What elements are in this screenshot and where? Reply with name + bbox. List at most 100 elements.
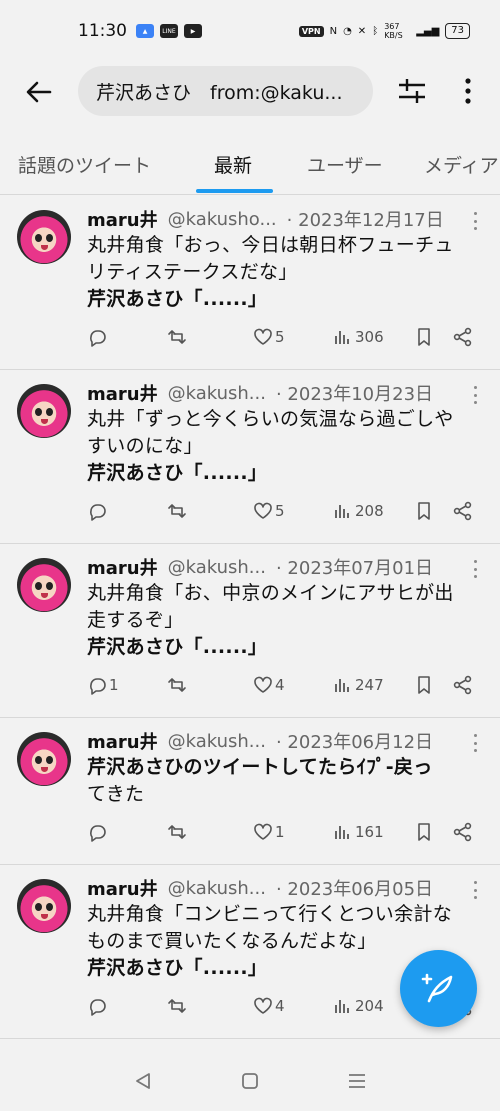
author-handle: @kakusho... [167, 208, 277, 230]
views-count: 208 [355, 502, 384, 520]
like-button[interactable]: 5 [253, 501, 285, 521]
tweet-actions: 1 161 [87, 814, 480, 854]
share-button[interactable] [453, 822, 473, 842]
share-button[interactable] [453, 327, 473, 347]
like-count: 5 [275, 502, 285, 520]
tab-latest[interactable]: 最新 [214, 135, 252, 193]
like-button[interactable]: 4 [253, 996, 285, 1016]
tweet-text-line: ものまで買いたくなるんだよな」 [87, 930, 377, 952]
tweet-more-button[interactable] [472, 386, 478, 404]
author-name[interactable]: maru井 [87, 728, 158, 754]
like-icon [254, 328, 272, 345]
retweet-button[interactable] [167, 675, 189, 695]
reply-button[interactable] [87, 501, 109, 521]
tweet[interactable]: maru井 @kakush... · 2023年10月23日 丸井「ずっと今くら… [0, 370, 500, 544]
search-input[interactable]: 芹沢あさひ from:@kaku... [78, 66, 373, 116]
tweet-date: · 2023年06月05日 [275, 879, 434, 900]
like-button[interactable]: 5 [253, 327, 285, 347]
tweet-text-line: 芹沢あさひ「......」 [87, 288, 268, 310]
retweet-icon [168, 504, 186, 518]
tweet-feed[interactable]: maru井 @kakusho... · 2023年12月17日 丸井角食「おっ、… [0, 196, 500, 1051]
tweet-text: 丸井「ずっと今くらいの気温なら過ごしや すいのにな」 芹沢あさひ「......」 [87, 406, 480, 487]
tweet-more-button[interactable] [472, 881, 478, 899]
retweet-button[interactable] [167, 501, 189, 521]
retweet-icon [168, 678, 186, 692]
back-arrow-icon [26, 81, 52, 103]
tweet[interactable]: maru井 @kakush... · 2023年06月02日 [0, 1039, 500, 1051]
bookmark-button[interactable] [414, 327, 434, 347]
share-icon [453, 501, 472, 521]
like-button[interactable]: 4 [253, 675, 285, 695]
tab-top-tweets[interactable]: 話題のツイート [18, 135, 151, 193]
retweet-button[interactable] [167, 822, 189, 842]
author-handle: @kakush... [167, 877, 266, 899]
tweet[interactable]: maru井 @kakusho... · 2023年12月17日 丸井角食「おっ、… [0, 196, 500, 370]
tweet-text-line: 芹沢あさひ「......」 [87, 462, 268, 484]
reply-button[interactable] [87, 996, 109, 1016]
nav-menu-button[interactable] [342, 1066, 372, 1096]
network-speed: 367 KB/S [384, 22, 403, 40]
tweet-more-button[interactable] [472, 212, 478, 230]
author-name[interactable]: maru井 [87, 380, 158, 406]
avatar[interactable] [17, 732, 71, 786]
avatar[interactable] [17, 384, 71, 438]
views-icon [335, 826, 349, 839]
status-time: 11:30 [78, 21, 127, 41]
bookmark-button[interactable] [414, 675, 434, 695]
filter-button[interactable] [395, 74, 429, 108]
reply-button[interactable] [87, 822, 109, 842]
tweet-text-line: てきた [87, 783, 145, 805]
system-indicators: VPN N ◔ ✕ ᛒ 367 KB/S ▂▄▆ 73 [298, 22, 470, 40]
tweet-more-button[interactable] [472, 560, 478, 578]
more-options-button[interactable] [456, 74, 480, 108]
tab-users[interactable]: ユーザー [307, 135, 383, 193]
views-button[interactable]: 161 [333, 822, 384, 842]
tweet-text-line: 走するぞ」 [87, 609, 184, 631]
tweet[interactable]: maru井 @kakush... · 2023年07月01日 丸井角食「お、中京… [0, 544, 500, 718]
tweet-date: · 2023年12月17日 [286, 210, 444, 231]
share-button[interactable] [453, 675, 473, 695]
back-button[interactable] [22, 77, 56, 107]
views-button[interactable]: 208 [333, 501, 384, 521]
bookmark-icon [418, 328, 430, 346]
compose-tweet-button[interactable] [400, 950, 477, 1027]
views-button[interactable]: 204 [333, 996, 384, 1016]
avatar[interactable] [17, 558, 71, 612]
like-button[interactable]: 1 [253, 822, 285, 842]
avatar[interactable] [17, 210, 71, 264]
tweet-more-button[interactable] [472, 734, 478, 752]
nav-back-button[interactable] [128, 1066, 158, 1096]
search-header: 芹沢あさひ from:@kaku... [0, 62, 500, 122]
android-app-icon: ▲ [136, 24, 154, 38]
tweet-text: 芹沢あさひのツイートしてたらｲﾌﾟ-戻っ てきた [87, 754, 480, 808]
tab-media[interactable]: メディア [424, 135, 499, 193]
nav-home-button[interactable] [235, 1066, 265, 1096]
tweet-date: · 2023年07月01日 [275, 558, 434, 579]
avatar[interactable] [17, 879, 71, 933]
retweet-button[interactable] [167, 327, 189, 347]
reply-button[interactable] [87, 327, 109, 347]
author-name[interactable]: maru井 [87, 554, 158, 580]
author-handle: @kakush... [167, 382, 266, 404]
author-handle: @kakush... [167, 730, 266, 752]
share-button[interactable] [453, 501, 473, 521]
reply-button[interactable]: 1 [87, 675, 119, 695]
views-button[interactable]: 247 [333, 675, 384, 695]
bluetooth-icon: ᛒ [372, 25, 379, 37]
tweet-text-line: 丸井角食「おっ、今日は朝日杯フューチュ [87, 234, 454, 256]
nfc-icon: N [329, 25, 338, 37]
more-vertical-icon [465, 78, 471, 104]
author-name[interactable]: maru井 [87, 875, 158, 901]
tweet-header: maru井 @kakush... · 2023年06月12日 [87, 728, 480, 754]
views-button[interactable]: 306 [333, 327, 384, 347]
bookmark-button[interactable] [414, 822, 434, 842]
reply-icon [90, 999, 106, 1016]
author-name[interactable]: maru井 [87, 206, 158, 232]
retweet-button[interactable] [167, 996, 189, 1016]
like-count: 1 [275, 823, 285, 841]
bookmark-button[interactable] [414, 501, 434, 521]
views-icon [335, 1000, 349, 1013]
tweet[interactable]: maru井 @kakush... · 2023年06月12日 芹沢あさひのツイー… [0, 718, 500, 865]
battery-indicator: 73 [445, 23, 470, 39]
tweet-text: 丸井角食「おっ、今日は朝日杯フューチュ リティステークスだな」 芹沢あさひ「..… [87, 232, 480, 313]
